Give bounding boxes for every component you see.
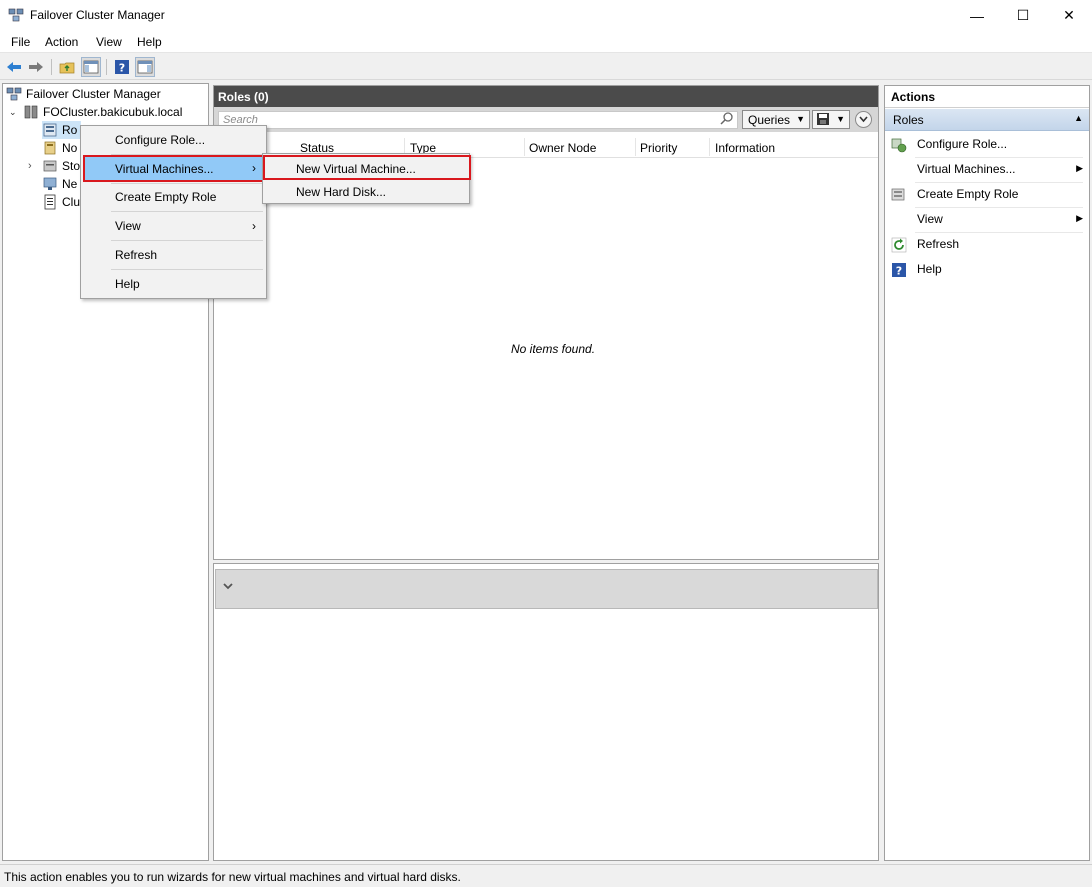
up-folder-icon[interactable] xyxy=(57,57,77,77)
tree-cluster[interactable]: ⌄ FOCluster.bakicubuk.local xyxy=(9,103,182,121)
tree-item-label: Clu xyxy=(62,195,81,209)
chevron-down-icon[interactable] xyxy=(222,582,234,590)
context-menu-refresh[interactable]: Refresh xyxy=(83,242,264,268)
menu-file[interactable]: File xyxy=(11,35,30,49)
refresh-icon xyxy=(891,237,907,253)
detail-header[interactable] xyxy=(215,569,878,609)
minimize-button[interactable]: — xyxy=(954,0,1000,31)
nodes-icon xyxy=(44,141,56,155)
status-bar: This action enables you to run wizards f… xyxy=(0,864,1092,887)
empty-list-message: No items found. xyxy=(511,342,596,356)
tree-cluster-label: FOCluster.bakicubuk.local xyxy=(43,105,183,119)
collapse-up-icon[interactable]: ▲ xyxy=(1074,113,1083,123)
collapse-search-button[interactable] xyxy=(855,111,872,128)
chevron-right-icon[interactable]: › xyxy=(28,160,42,172)
action-create-empty-role[interactable]: Create Empty Role xyxy=(885,182,1089,207)
title-bar: Failover Cluster Manager — ☐ ✕ xyxy=(0,0,1092,31)
chevron-right-icon: › xyxy=(252,219,256,233)
save-icon xyxy=(817,113,829,125)
detail-pane xyxy=(213,563,879,861)
tree-item-label: Sto xyxy=(62,159,81,173)
tree-item-storage[interactable]: › Sto xyxy=(28,157,80,175)
column-priority[interactable]: Priority xyxy=(640,141,677,155)
tree-root-label: Failover Cluster Manager xyxy=(26,87,161,101)
action-virtual-machines[interactable]: Virtual Machines... ▶ xyxy=(885,157,1089,182)
show-hide-tree-icon[interactable] xyxy=(81,57,101,77)
context-menu-help[interactable]: Help xyxy=(83,271,264,297)
chevron-right-icon: › xyxy=(252,161,256,175)
tree-item-cluster-events[interactable]: Clu xyxy=(42,193,80,211)
configure-role-icon xyxy=(891,138,907,153)
menu-view[interactable]: View xyxy=(96,35,122,49)
actions-pane: Actions Roles ▲ Configure Role... Virtua… xyxy=(884,85,1090,861)
action-help[interactable]: ? Help xyxy=(885,257,1089,282)
actions-section-roles[interactable]: Roles ▲ xyxy=(885,109,1089,131)
save-query-button[interactable]: ▼ xyxy=(812,110,850,129)
dropdown-arrow-icon: ▼ xyxy=(836,114,845,124)
back-icon[interactable] xyxy=(4,57,24,77)
column-information[interactable]: Information xyxy=(715,141,775,155)
actions-title: Actions xyxy=(885,86,1089,108)
queries-label: Queries xyxy=(748,113,791,127)
context-menu: Configure Role... Virtual Machines... › … xyxy=(80,125,267,299)
maximize-button[interactable]: ☐ xyxy=(1000,0,1046,31)
help-icon[interactable]: ? xyxy=(112,57,132,77)
status-text: This action enables you to run wizards f… xyxy=(4,870,461,884)
close-button[interactable]: ✕ xyxy=(1046,0,1092,31)
context-menu-view[interactable]: View › xyxy=(83,213,264,239)
chevron-down-icon xyxy=(859,116,868,123)
tree-item-label: Ne xyxy=(62,177,78,191)
cluster-manager-icon xyxy=(8,8,24,22)
tree-item-nodes[interactable]: No xyxy=(42,139,77,157)
cluster-manager-icon xyxy=(6,87,22,101)
context-menu-virtual-machines[interactable]: Virtual Machines... › xyxy=(83,155,264,182)
tree-item-roles[interactable]: Ro xyxy=(42,121,82,139)
menu-help[interactable]: Help xyxy=(137,35,162,49)
svg-text:?: ? xyxy=(119,62,125,75)
submenu-arrow-icon: ▶ xyxy=(1076,213,1083,223)
svg-text:?: ? xyxy=(896,265,902,278)
search-input[interactable]: Search xyxy=(218,111,738,129)
storage-icon xyxy=(43,160,57,172)
tree-root[interactable]: Failover Cluster Manager xyxy=(6,85,161,103)
cluster-icon xyxy=(24,105,38,119)
forward-icon[interactable] xyxy=(26,57,46,77)
virtual-machines-submenu: New Virtual Machine... New Hard Disk... xyxy=(262,153,471,204)
submenu-new-virtual-machine[interactable]: New Virtual Machine... xyxy=(263,155,471,180)
column-owner-node[interactable]: Owner Node xyxy=(529,141,596,155)
search-icon[interactable] xyxy=(720,111,734,125)
chevron-down-icon[interactable]: ⌄ xyxy=(9,107,23,118)
context-menu-create-empty-role[interactable]: Create Empty Role xyxy=(83,184,264,210)
pane-title: Roles (0) xyxy=(214,86,878,107)
window-title: Failover Cluster Manager xyxy=(30,8,165,22)
queries-button[interactable]: Queries ▼ xyxy=(742,110,810,129)
submenu-new-hard-disk[interactable]: New Hard Disk... xyxy=(263,179,471,204)
networks-icon xyxy=(43,177,57,190)
roles-icon xyxy=(43,123,57,137)
help-icon: ? xyxy=(892,263,906,278)
context-menu-configure-role[interactable]: Configure Role... xyxy=(83,127,264,153)
tree-item-label: Ro xyxy=(62,123,78,137)
dropdown-arrow-icon: ▼ xyxy=(796,114,805,124)
toolbar: ? xyxy=(0,54,1092,80)
action-configure-role[interactable]: Configure Role... xyxy=(885,132,1089,157)
action-refresh[interactable]: Refresh xyxy=(885,232,1089,257)
menu-action[interactable]: Action xyxy=(45,35,78,49)
create-empty-role-icon xyxy=(891,188,905,201)
tree-item-label: No xyxy=(62,141,78,155)
actions-section-label: Roles xyxy=(893,113,924,127)
events-icon xyxy=(44,194,56,210)
action-view[interactable]: View ▶ xyxy=(885,207,1089,232)
tree-item-networks[interactable]: Ne xyxy=(42,175,77,193)
submenu-arrow-icon: ▶ xyxy=(1076,163,1083,173)
show-hide-action-pane-icon[interactable] xyxy=(135,57,155,77)
menu-bar: File Action View Help xyxy=(0,31,1092,53)
